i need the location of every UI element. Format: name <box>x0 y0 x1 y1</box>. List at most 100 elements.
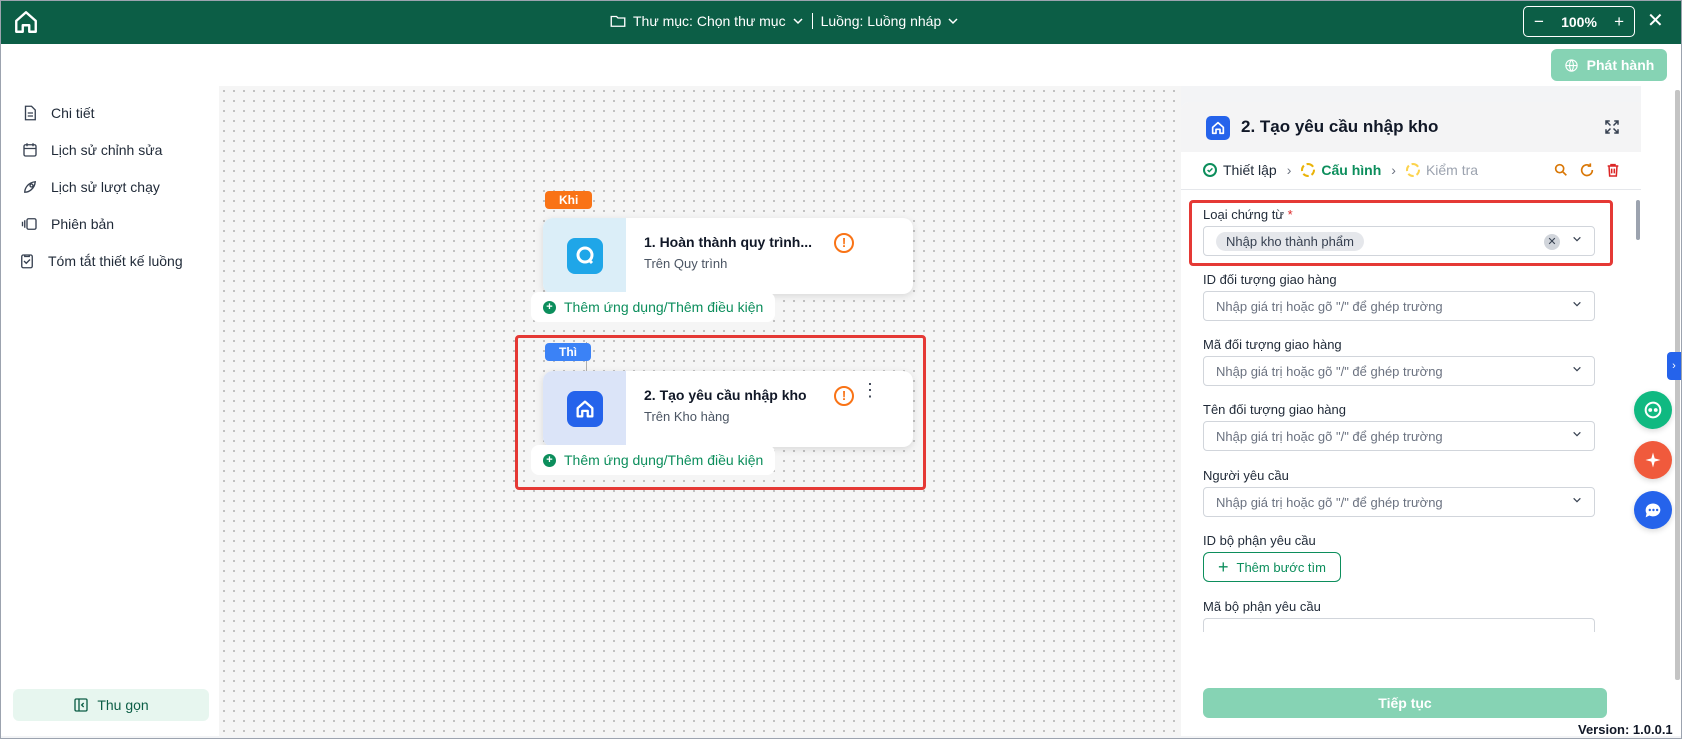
trigger-node-icon-area <box>543 218 626 294</box>
home-icon[interactable] <box>13 9 39 35</box>
delivery-id-label: ID đối tượng giao hàng <box>1203 272 1337 287</box>
continue-button[interactable]: Tiếp tục <box>1203 688 1607 718</box>
expand-side-tab[interactable]: › <box>1667 352 1681 380</box>
sidebar-item-flow-summary[interactable]: Tóm tắt thiết kế luồng <box>18 252 183 270</box>
dept-id-label: ID bộ phận yêu cầu <box>1203 533 1316 548</box>
zoom-control: − 100% + <box>1523 6 1635 37</box>
divider <box>1181 189 1641 190</box>
delivery-code-label: Mã đối tượng giao hàng <box>1203 337 1342 352</box>
field-placeholder: Nhập giá trị hoặc gõ "/" để ghép trường <box>1216 494 1443 510</box>
tab-label: Kiểm tra <box>1425 162 1479 178</box>
sidebar-item-run-history[interactable]: Lịch sử lượt chạy <box>21 178 160 196</box>
chevron-right-icon: › <box>1391 162 1396 178</box>
publish-button[interactable]: Phát hành <box>1551 49 1667 81</box>
chevron-right-icon: › <box>1286 162 1292 178</box>
chevron-down-icon <box>793 18 803 25</box>
search-icon[interactable] <box>1553 162 1569 178</box>
sidebar-item-details[interactable]: Chi tiết <box>21 104 95 122</box>
collapse-label: Thu gọn <box>97 697 149 713</box>
progress-circle-icon <box>1301 163 1316 177</box>
delivery-name-field[interactable]: Nhập giá trị hoặc gõ "/" để ghép trường <box>1203 421 1595 451</box>
rocket-icon <box>24 180 37 193</box>
top-bar: Thư mục: Chọn thư mục Luồng: Luồng nháp … <box>1 1 1681 44</box>
requester-label: Người yêu cầu <box>1203 468 1289 483</box>
add-app-condition-button[interactable]: + Thêm ứng dụng/Thêm điều kiện <box>531 292 776 322</box>
dept-code-label: Mã bộ phận yêu cầu <box>1203 599 1321 614</box>
field-placeholder: Nhập giá trị hoặc gõ "/" để ghép trường <box>1216 298 1443 314</box>
field-placeholder: Nhập giá trị hoặc gõ "/" để ghép trường <box>1216 363 1443 379</box>
ai-sparkle-icon[interactable] <box>1634 441 1672 479</box>
config-panel: 2. Tạo yêu cầu nhập kho Thiết lập › Cấu … <box>1181 102 1641 736</box>
close-button[interactable]: ✕ <box>1647 9 1664 33</box>
check-circle-icon <box>1203 163 1217 177</box>
trigger-node[interactable]: 1. Hoàn thành quy trình... Trên Quy trìn… <box>543 218 913 294</box>
tab-label: Thiết lập <box>1223 162 1277 178</box>
calendar-edit-icon <box>23 143 37 157</box>
plus-circle-icon: + <box>543 300 556 314</box>
globe-icon <box>1564 58 1578 72</box>
page-scrollbar[interactable] <box>1675 90 1680 680</box>
process-app-icon <box>566 238 603 274</box>
trigger-node-subtitle: Trên Quy trình <box>644 256 728 271</box>
chevron-down-icon <box>948 18 958 25</box>
chevron-down-icon[interactable] <box>1572 299 1582 309</box>
version-label: Version: 1.0.0.1 <box>1578 722 1673 737</box>
flow-label: Luồng: Luồng nháp <box>820 13 942 29</box>
add-find-step-label: Thêm bước tìm <box>1236 559 1326 575</box>
sidebar-item-label: Chi tiết <box>51 105 95 121</box>
warehouse-icon <box>1206 116 1230 140</box>
collapse-icon <box>74 698 88 712</box>
chatbot-icon[interactable] <box>1634 391 1672 429</box>
panel-scrollbar[interactable] <box>1636 200 1640 240</box>
highlight-box <box>515 335 926 490</box>
tab-setup[interactable]: Thiết lập <box>1203 162 1277 178</box>
chevron-down-icon[interactable] <box>1572 429 1582 439</box>
pending-circle-icon <box>1405 163 1420 177</box>
collapse-button[interactable]: Thu gọn <box>13 689 209 721</box>
warning-icon[interactable]: ! <box>834 233 854 253</box>
flow-dropdown[interactable]: Luồng: Luồng nháp <box>821 13 960 29</box>
flow-canvas[interactable]: 1. Hoàn thành quy trình... Trên Quy trìn… <box>219 86 1181 736</box>
sidebar-item-edit-history[interactable]: Lịch sử chỉnh sửa <box>21 141 162 159</box>
delivery-name-label: Tên đối tượng giao hàng <box>1203 402 1346 417</box>
chevron-down-icon[interactable] <box>1572 495 1582 505</box>
publish-label: Phát hành <box>1586 57 1655 73</box>
tab-review[interactable]: Kiểm tra <box>1405 162 1479 178</box>
folder-label: Thư mục: Chọn thư mục <box>633 13 786 29</box>
sidebar-item-label: Lịch sử chỉnh sửa <box>51 142 163 158</box>
step-tabs: Thiết lập › Cấu hình › Kiểm tra <box>1203 162 1478 178</box>
chat-icon[interactable] <box>1634 491 1672 529</box>
sidebar-item-label: Lịch sử lượt chạy <box>51 179 160 195</box>
add-find-step-button[interactable]: + Thêm bước tìm <box>1203 552 1341 582</box>
field-placeholder: Nhập giá trị hoặc gõ "/" để ghép trường <box>1216 428 1443 444</box>
sidebar: Chi tiết Lịch sử chỉnh sửa Lịch sử lượt … <box>1 86 219 736</box>
requester-field[interactable]: Nhập giá trị hoặc gõ "/" để ghép trường <box>1203 487 1595 517</box>
delivery-id-field[interactable]: Nhập giá trị hoặc gõ "/" để ghép trường <box>1203 291 1595 321</box>
trash-icon[interactable] <box>1605 162 1621 178</box>
sidebar-item-label: Phiên bản <box>51 216 115 232</box>
zoom-out-button[interactable]: − <box>1534 13 1544 30</box>
tab-config[interactable]: Cấu hình <box>1301 162 1381 178</box>
document-icon <box>24 105 36 121</box>
panel-tools <box>1553 162 1621 178</box>
zoom-in-button[interactable]: + <box>1614 13 1624 30</box>
add-condition-label: Thêm ứng dụng/Thêm điều kiện <box>564 299 764 315</box>
folder-icon <box>610 15 626 27</box>
chevron-down-icon[interactable] <box>1572 364 1582 374</box>
sidebar-item-label: Tóm tắt thiết kế luồng <box>48 253 183 269</box>
breadcrumb: Thư mục: Chọn thư mục Luồng: Luồng nháp <box>609 12 959 30</box>
plus-icon: + <box>1218 557 1229 577</box>
dept-code-field[interactable] <box>1203 618 1595 632</box>
expand-icon[interactable] <box>1603 118 1621 136</box>
delivery-code-field[interactable]: Nhập giá trị hoặc gõ "/" để ghép trường <box>1203 356 1595 386</box>
trigger-node-title: 1. Hoàn thành quy trình... <box>644 234 812 250</box>
toolbar-strip <box>1 44 1681 86</box>
refresh-icon[interactable] <box>1579 162 1595 178</box>
clipboard-icon <box>21 254 33 269</box>
panel-title: 2. Tạo yêu cầu nhập kho <box>1241 117 1439 136</box>
separator <box>811 13 813 29</box>
highlight-box <box>1189 200 1613 266</box>
tab-label: Cấu hình <box>1321 162 1382 178</box>
sidebar-item-versions[interactable]: Phiên bản <box>21 215 114 233</box>
folder-dropdown[interactable]: Thư mục: Chọn thư mục <box>633 13 804 29</box>
